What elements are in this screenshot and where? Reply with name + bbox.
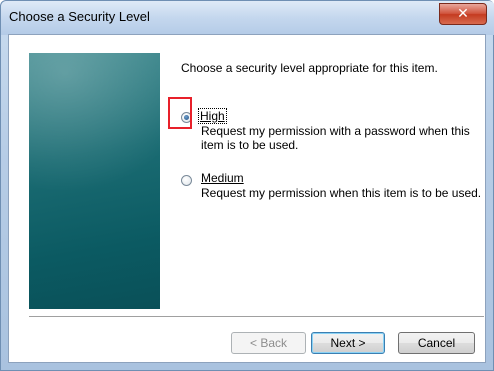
instruction-text: Choose a security level appropriate for … — [181, 61, 438, 75]
close-icon: ✕ — [457, 5, 469, 21]
option-description-medium: Request my permission when this item is … — [201, 186, 482, 200]
option-label-high[interactable]: High — [198, 108, 227, 124]
highlight-annotation-box — [168, 97, 192, 129]
close-button[interactable]: ✕ — [439, 3, 487, 25]
option-description-high-line1: Request my permission with a password wh… — [201, 124, 470, 138]
title-bar: Choose a Security Level ✕ — [1, 1, 494, 35]
back-button[interactable]: < Back — [231, 332, 306, 354]
cancel-button[interactable]: Cancel — [398, 332, 475, 354]
radio-medium[interactable] — [181, 175, 192, 186]
next-button[interactable]: Next > — [311, 332, 385, 354]
option-label-medium[interactable]: Medium — [201, 171, 244, 185]
footer-separator — [29, 316, 484, 318]
option-description-high-line2: item is to be used. — [201, 138, 299, 152]
window-title: Choose a Security Level — [9, 9, 150, 24]
side-banner-image — [29, 53, 160, 309]
